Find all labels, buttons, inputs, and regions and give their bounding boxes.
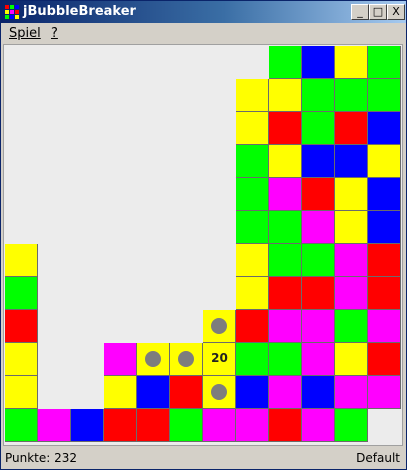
bubble-cell[interactable]: [236, 376, 269, 409]
bubble-cell[interactable]: [368, 376, 401, 409]
menu-help[interactable]: ?: [51, 26, 58, 41]
bubble-cell[interactable]: [335, 409, 368, 442]
bubble-cell[interactable]: [269, 178, 302, 211]
selection-marker: [145, 351, 161, 367]
bubble-cell[interactable]: [137, 409, 170, 442]
bubble-cell[interactable]: [5, 343, 38, 376]
bubble-cell[interactable]: [368, 79, 401, 112]
bubble-cell[interactable]: [269, 79, 302, 112]
bubble-cell[interactable]: [5, 244, 38, 277]
bubble-cell[interactable]: [236, 277, 269, 310]
bubble-cell[interactable]: [5, 409, 38, 442]
bubble-cell[interactable]: [203, 376, 236, 409]
selection-marker: [211, 318, 227, 334]
window-title: jBubbleBreaker: [23, 4, 136, 19]
bubble-cell[interactable]: [269, 244, 302, 277]
score-label: Punkte: 232: [5, 451, 78, 465]
bubble-cell[interactable]: [368, 277, 401, 310]
bubble-cell[interactable]: [104, 376, 137, 409]
selection-marker: [178, 351, 194, 367]
close-button[interactable]: X: [387, 4, 405, 20]
bubble-cell[interactable]: [368, 145, 401, 178]
bubble-cell[interactable]: [269, 343, 302, 376]
bubble-cell[interactable]: [5, 277, 38, 310]
bubble-cell[interactable]: 20: [203, 343, 236, 376]
bubble-cell[interactable]: [368, 46, 401, 79]
bubble-cell[interactable]: [302, 277, 335, 310]
bubble-cell[interactable]: [302, 79, 335, 112]
bubble-cell[interactable]: [335, 376, 368, 409]
bubble-cell[interactable]: [302, 178, 335, 211]
bubble-cell[interactable]: [335, 277, 368, 310]
bubble-cell[interactable]: [368, 310, 401, 343]
bubble-cell[interactable]: [335, 211, 368, 244]
bubble-cell[interactable]: [368, 244, 401, 277]
bubble-cell[interactable]: [302, 409, 335, 442]
bubble-cell[interactable]: [302, 211, 335, 244]
bubble-cell[interactable]: [170, 409, 203, 442]
bubble-cell[interactable]: [335, 310, 368, 343]
bubble-cell[interactable]: [236, 343, 269, 376]
bubble-cell[interactable]: [302, 46, 335, 79]
mode-label: Default: [356, 451, 400, 465]
bubble-cell[interactable]: [5, 376, 38, 409]
bubble-cell[interactable]: [368, 178, 401, 211]
bubble-cell[interactable]: [170, 376, 203, 409]
bubble-cell[interactable]: [335, 343, 368, 376]
bubble-cell[interactable]: [236, 145, 269, 178]
app-window: jBubbleBreaker _ □ X Spiel ? 20 Punkte: …: [0, 0, 407, 470]
selection-marker: [211, 384, 227, 400]
bubble-cell[interactable]: [302, 310, 335, 343]
bubble-cell[interactable]: [236, 244, 269, 277]
bubble-cell[interactable]: [236, 178, 269, 211]
bubble-cell[interactable]: [203, 409, 236, 442]
title-bar[interactable]: jBubbleBreaker _ □ X: [1, 1, 406, 23]
bubble-cell[interactable]: [71, 409, 104, 442]
game-board[interactable]: 20: [3, 44, 403, 446]
maximize-button[interactable]: □: [369, 4, 387, 20]
menu-spiel[interactable]: Spiel: [9, 26, 41, 41]
bubble-cell[interactable]: [269, 376, 302, 409]
bubble-cell[interactable]: [38, 409, 71, 442]
bubble-cell[interactable]: [137, 376, 170, 409]
selection-count: 20: [211, 351, 228, 365]
app-icon: [5, 5, 19, 19]
bubble-cell[interactable]: [302, 376, 335, 409]
bubble-cell[interactable]: [335, 178, 368, 211]
bubble-cell[interactable]: [5, 310, 38, 343]
bubble-cell[interactable]: [335, 79, 368, 112]
menu-bar: Spiel ?: [1, 23, 406, 43]
bubble-cell[interactable]: [302, 112, 335, 145]
bubble-cell[interactable]: [137, 343, 170, 376]
minimize-button[interactable]: _: [351, 4, 369, 20]
bubble-cell[interactable]: [335, 145, 368, 178]
bubble-cell[interactable]: [335, 244, 368, 277]
bubble-cell[interactable]: [368, 343, 401, 376]
bubble-cell[interactable]: [302, 244, 335, 277]
bubble-cell[interactable]: [368, 211, 401, 244]
bubble-cell[interactable]: [302, 343, 335, 376]
bubble-cell[interactable]: [203, 310, 236, 343]
bubble-cell[interactable]: [335, 112, 368, 145]
bubble-cell[interactable]: [269, 310, 302, 343]
bubble-cell[interactable]: [269, 277, 302, 310]
bubble-cell[interactable]: [269, 112, 302, 145]
bubble-cell[interactable]: [236, 409, 269, 442]
bubble-cell[interactable]: [236, 310, 269, 343]
bubble-cell[interactable]: [104, 343, 137, 376]
bubble-cell[interactable]: [104, 409, 137, 442]
bubble-cell[interactable]: [269, 211, 302, 244]
bubble-cell[interactable]: [236, 79, 269, 112]
bubble-cell[interactable]: [236, 112, 269, 145]
bubble-cell[interactable]: [335, 46, 368, 79]
bubble-cell[interactable]: [269, 46, 302, 79]
bubble-cell[interactable]: [269, 409, 302, 442]
bubble-cell[interactable]: [368, 112, 401, 145]
bubble-cell[interactable]: [170, 343, 203, 376]
bubble-cell[interactable]: [236, 211, 269, 244]
bubble-cell[interactable]: [302, 145, 335, 178]
bubble-cell[interactable]: [269, 145, 302, 178]
